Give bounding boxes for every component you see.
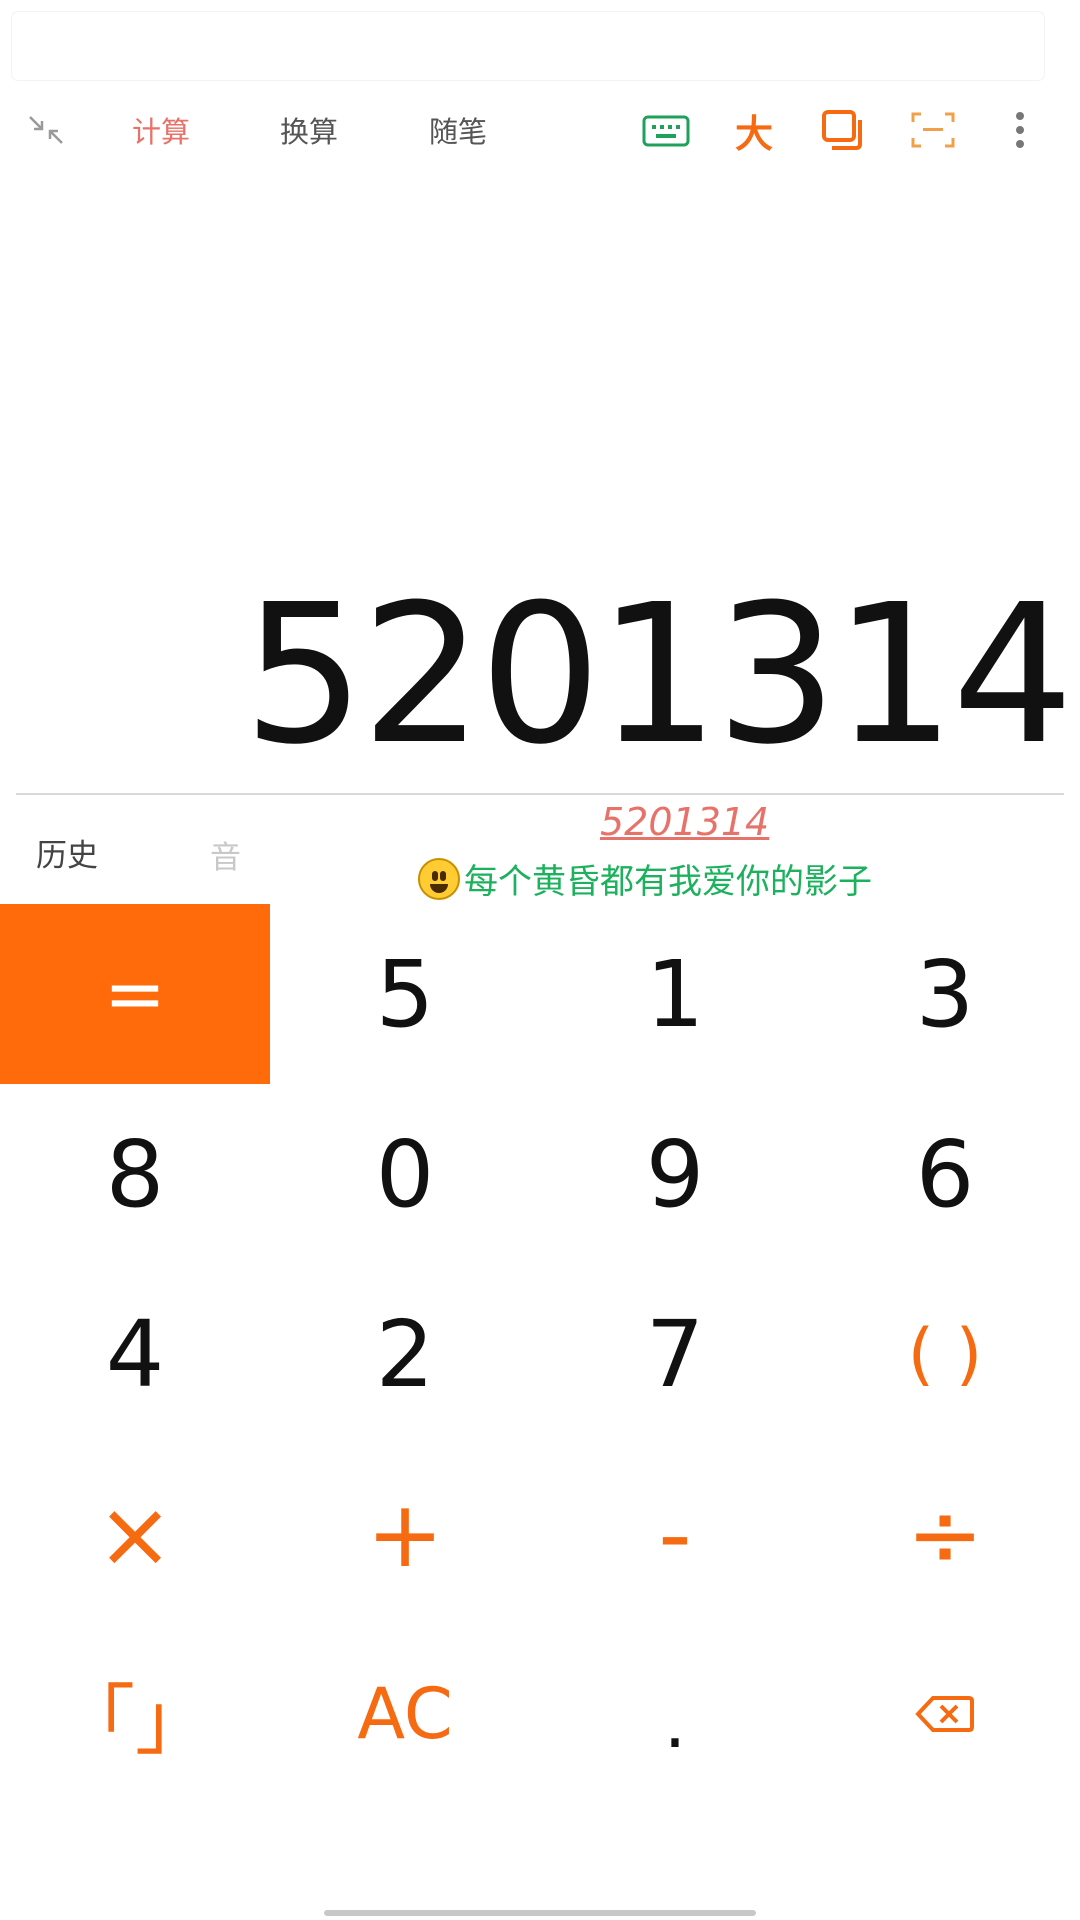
toolbar: 计算 换算 随笔 大 (0, 90, 1080, 170)
smiley-icon (418, 857, 460, 900)
digit-1-button[interactable]: 1 (540, 904, 810, 1084)
digit-9-button[interactable]: 9 (540, 1084, 810, 1264)
digit-4-button[interactable]: 4 (0, 1264, 270, 1444)
plus-button[interactable]: + (270, 1444, 540, 1624)
clear-button[interactable]: AC (270, 1624, 540, 1804)
digit-7-button[interactable]: 7 (540, 1264, 810, 1444)
digit-5-button[interactable]: 5 (270, 904, 540, 1084)
message-line: 每个黄昏都有我爱你的影子 (418, 854, 872, 903)
collapse-icon[interactable] (18, 90, 74, 170)
parentheses-button[interactable]: ( ) (810, 1264, 1080, 1444)
top-input-strip (12, 12, 1044, 80)
equals-button[interactable]: = (0, 904, 270, 1084)
decimal-button[interactable]: . (540, 1624, 810, 1804)
minus-button[interactable]: - (540, 1444, 810, 1624)
tab-convert[interactable]: 换算 (254, 90, 364, 170)
keyboard-icon[interactable] (636, 90, 696, 170)
digit-3-button[interactable]: 3 (810, 904, 1080, 1084)
sound-button[interactable]: 音 (210, 832, 241, 877)
display-area: 5201314 (0, 170, 1080, 790)
sub-row: 历史 音 5201314 每个黄昏都有我爱你的影子 (0, 800, 1080, 903)
divider (16, 793, 1064, 795)
history-button[interactable]: 历史 (36, 830, 98, 875)
scan-icon[interactable] (903, 90, 963, 170)
large-text-icon[interactable]: 大 (724, 90, 784, 170)
message-text: 每个黄昏都有我爱你的影子 (464, 862, 872, 902)
digit-8-button[interactable]: 8 (0, 1084, 270, 1264)
digit-0-button[interactable]: 0 (270, 1084, 540, 1264)
digit-2-button[interactable]: 2 (270, 1264, 540, 1444)
divide-button[interactable]: ÷ (810, 1444, 1080, 1624)
backspace-button[interactable] (810, 1624, 1080, 1804)
display-value: 5201314 (242, 564, 1074, 787)
bracket-button[interactable]: 「」 (0, 1624, 270, 1804)
multiply-button[interactable]: × (0, 1444, 270, 1624)
backspace-icon (915, 1696, 974, 1732)
home-indicator (324, 1910, 756, 1916)
result-preview: 5201314 (600, 800, 770, 844)
tab-notes[interactable]: 随笔 (403, 90, 513, 170)
window-icon[interactable] (813, 90, 873, 170)
tab-calculate[interactable]: 计算 (106, 90, 216, 170)
keypad: = 5 1 3 8 0 9 6 4 2 7 ( ) × + - ÷ 「」 AC … (0, 904, 1080, 1804)
more-icon[interactable] (1002, 90, 1038, 170)
digit-6-button[interactable]: 6 (810, 1084, 1080, 1264)
